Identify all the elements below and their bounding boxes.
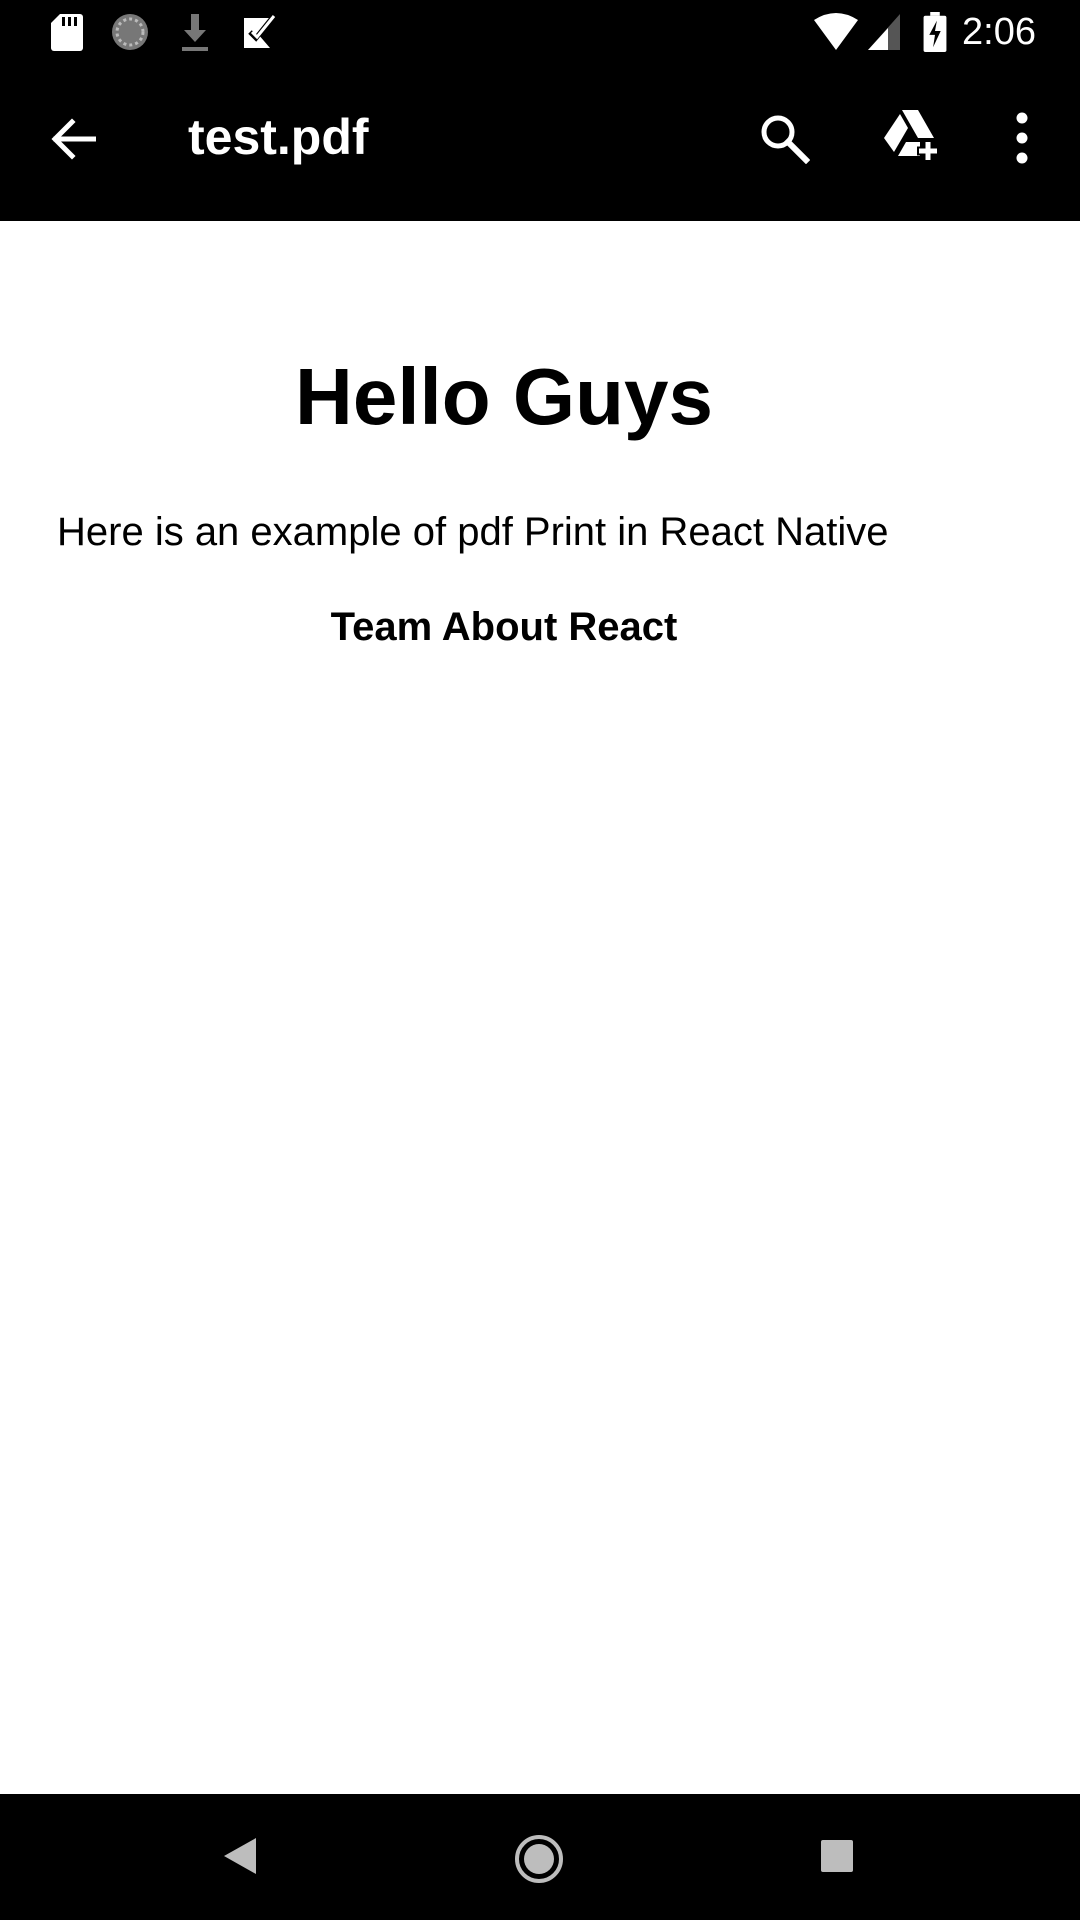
sd-card-icon [51, 14, 83, 51]
add-to-drive-icon[interactable] [882, 108, 940, 164]
task-check-icon [244, 15, 276, 48]
document-heading: Hello Guys [295, 352, 713, 441]
app-bar: test.pdf [0, 64, 1080, 221]
status-time: 2:06 [962, 11, 1036, 53]
status-bar: 2:06 [0, 0, 1080, 64]
sync-progress-icon [112, 14, 148, 50]
cell-signal-icon [868, 14, 900, 50]
wifi-icon [814, 13, 858, 50]
nav-back-icon[interactable] [222, 1836, 258, 1876]
pdf-page: Hello Guys Here is an example of pdf Pri… [0, 221, 1080, 1794]
download-icon [182, 14, 208, 51]
back-arrow-icon[interactable] [50, 116, 96, 162]
document-paragraph: Here is an example of pdf Print in React… [57, 510, 889, 554]
search-icon[interactable] [758, 112, 810, 164]
more-vert-icon[interactable] [1012, 112, 1032, 164]
document-signature: Team About React [330, 605, 678, 649]
navigation-bar [0, 1794, 1080, 1920]
document-title: test.pdf [188, 109, 369, 165]
nav-recents-icon[interactable] [820, 1839, 854, 1873]
nav-home-icon[interactable] [514, 1834, 564, 1884]
battery-charging-icon [923, 12, 947, 52]
